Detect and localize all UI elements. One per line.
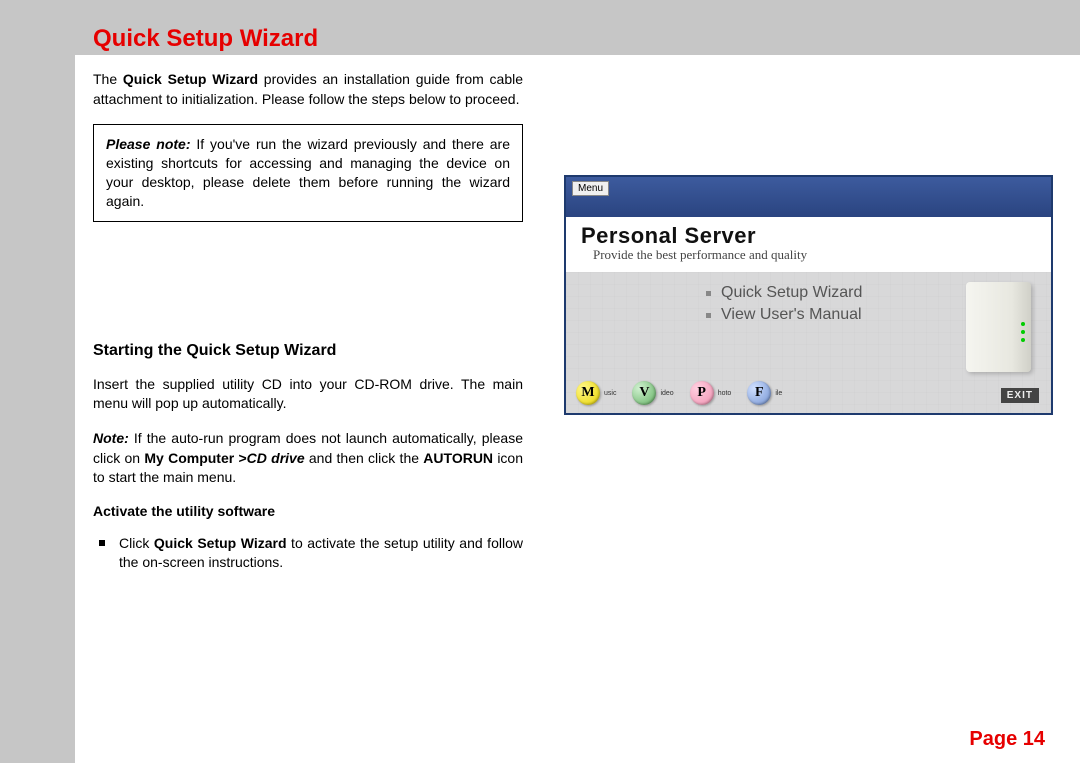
- link-user-manual[interactable]: View User's Manual: [706, 306, 862, 324]
- page-number: Page 14: [969, 728, 1045, 751]
- app-title: Personal Server: [581, 223, 1036, 249]
- b-a: Click: [119, 535, 154, 551]
- device-image: [966, 282, 1031, 372]
- screenshot-body: Quick Setup Wizard View User's Manual Mu…: [566, 272, 1051, 413]
- header-bar: Quick Setup Wizard: [75, 0, 1080, 55]
- menu-links: Quick Setup Wizard View User's Manual: [706, 284, 862, 328]
- p2-d: and then click the: [305, 450, 424, 466]
- page-title: Quick Setup Wizard: [75, 0, 1080, 53]
- p2-label: Note:: [93, 430, 129, 446]
- b-b: Quick Setup Wizard: [154, 535, 287, 551]
- intro-pre: The: [93, 71, 123, 87]
- photo-sub: hoto: [718, 390, 732, 397]
- bullet-item: Click Quick Setup Wizard to activate the…: [93, 534, 523, 573]
- link-quick-setup[interactable]: Quick Setup Wizard: [706, 284, 862, 302]
- video-sub: ideo: [660, 390, 673, 397]
- p2-e: AUTORUN: [423, 450, 493, 466]
- screenshot-header: Personal Server Provide the best perform…: [566, 217, 1051, 272]
- intro-bold: Quick Setup Wizard: [123, 71, 258, 87]
- intro-paragraph: The Quick Setup Wizard provides an insta…: [93, 70, 523, 109]
- bullet-marker: [99, 540, 105, 546]
- p2-b: My Computer >: [144, 450, 246, 466]
- note-box: Please note: If you've run the wizard pr…: [93, 124, 523, 222]
- bullet-icon: [706, 291, 711, 296]
- file-sub: ile: [775, 390, 782, 397]
- paragraph-1: Insert the supplied utility CD into your…: [93, 375, 523, 414]
- photo-icon[interactable]: P: [690, 381, 714, 405]
- app-subtitle: Provide the best performance and quality: [593, 247, 1036, 263]
- file-icon[interactable]: F: [747, 381, 771, 405]
- menu-button[interactable]: Menu: [572, 181, 609, 196]
- left-sidebar: [0, 0, 75, 763]
- bullet-text: Click Quick Setup Wizard to activate the…: [119, 534, 523, 573]
- exit-button[interactable]: EXIT: [1001, 388, 1039, 403]
- music-icon[interactable]: M: [576, 381, 600, 405]
- video-icon[interactable]: V: [632, 381, 656, 405]
- p2-c: CD drive: [247, 450, 305, 466]
- bullet-icon: [706, 313, 711, 318]
- content-column: The Quick Setup Wizard provides an insta…: [93, 70, 523, 573]
- paragraph-2: Note: If the auto-run program does not l…: [93, 429, 523, 488]
- sub-heading: Activate the utility software: [93, 503, 523, 519]
- screenshot-titlebar: Menu: [566, 177, 1051, 217]
- section-heading: Starting the Quick Setup Wizard: [93, 342, 523, 360]
- icon-row: Music Video Photo File: [576, 381, 786, 405]
- note-label: Please note:: [106, 136, 190, 152]
- app-screenshot: Menu Personal Server Provide the best pe…: [564, 175, 1053, 415]
- music-sub: usic: [604, 390, 616, 397]
- link1-label: Quick Setup Wizard: [721, 284, 862, 302]
- link2-label: View User's Manual: [721, 306, 862, 324]
